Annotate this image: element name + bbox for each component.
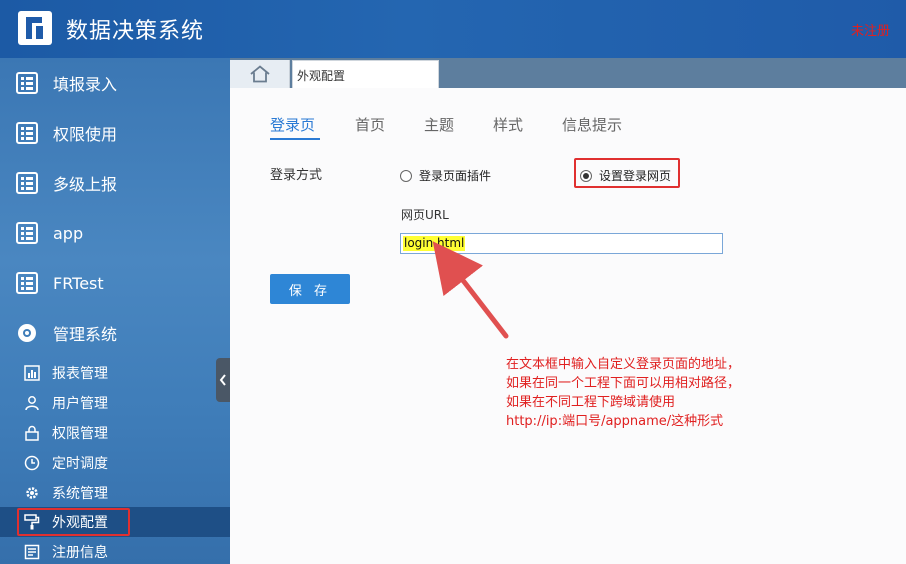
sidebar-subitem-label: 外观配置 — [52, 515, 108, 531]
sidebar-subitem-label: 报表管理 — [52, 366, 108, 382]
home-icon — [249, 65, 270, 83]
sidebar-item-label: app — [53, 223, 84, 243]
grid-icon — [16, 222, 38, 244]
sidebar-subitem-label: 系统管理 — [52, 486, 108, 502]
main-content: 登录页 首页 主题 样式 信息提示 登录方式 登录页面插件 设置登录网页 网页U… — [230, 88, 906, 564]
sidebar-item-multi-report[interactable]: 多级上报 — [0, 158, 230, 208]
grid-icon — [16, 122, 38, 144]
register-icon — [24, 544, 40, 560]
sidebar-subitem-appearance-config[interactable]: 外观配置 — [0, 507, 230, 537]
sidebar-subitem-scheduled-tasks[interactable]: 定时调度 — [0, 448, 230, 478]
sidebar-subitem-label: 定时调度 — [52, 456, 108, 472]
sidebar-subitem-permission-management[interactable]: 权限管理 — [0, 418, 230, 448]
annotation-line: 如果在不同工程下跨域请使用 — [506, 395, 676, 410]
gear-flower-icon — [18, 324, 36, 342]
sidebar-subitem-registration-info[interactable]: 注册信息 — [0, 537, 230, 564]
lock-icon — [25, 425, 39, 441]
annotation-line: 如果在同一个工程下面可以用相对路径， — [506, 376, 741, 391]
chevron-left-icon — [219, 374, 226, 386]
sidebar-subitem-label: 用户管理 — [52, 396, 108, 412]
sidebar: 填报录入 权限使用 多级上报 app FRTest 管理系统 报表管理 用户管理… — [0, 58, 230, 564]
app-header: 数据决策系统 未注册 — [0, 0, 906, 58]
sidebar-item-frtest[interactable]: FRTest — [0, 258, 230, 308]
app-title: 数据决策系统 — [66, 19, 205, 44]
home-tab[interactable] — [230, 60, 290, 88]
paint-roller-icon — [24, 514, 40, 530]
sidebar-item-management-system[interactable]: 管理系统 — [0, 308, 230, 358]
user-icon — [25, 396, 39, 411]
annotation-line: 在文本框中输入自定义登录页面的地址， — [506, 357, 741, 372]
chart-icon — [24, 365, 40, 381]
sidebar-subitem-label: 注册信息 — [52, 545, 108, 561]
sidebar-item-label: FRTest — [53, 273, 104, 293]
annotation-note: 在文本框中输入自定义登录页面的地址， 如果在同一个工程下面可以用相对路径， 如果… — [506, 355, 740, 431]
sidebar-item-label: 多级上报 — [53, 175, 118, 194]
annotation-line: http://ip:端口号/appname/这种形式 — [506, 414, 724, 429]
sidebar-subitem-label: 权限管理 — [52, 426, 108, 442]
tab-appearance-config[interactable]: 外观配置 — [292, 60, 439, 88]
sidebar-subitem-system-management[interactable]: 系统管理 — [0, 478, 230, 508]
app-logo-icon — [18, 11, 52, 45]
annotation-arrow-icon — [432, 241, 509, 339]
tab-bar: 外观配置 — [230, 58, 906, 88]
sidebar-item-fill-entry[interactable]: 填报录入 — [0, 58, 230, 108]
gear-icon — [26, 487, 38, 499]
unregistered-label[interactable]: 未注册 — [851, 20, 890, 39]
sidebar-subitem-report-management[interactable]: 报表管理 — [0, 358, 230, 388]
clock-icon — [24, 455, 40, 471]
sidebar-item-label: 权限使用 — [53, 125, 118, 144]
sidebar-item-label: 管理系统 — [53, 325, 118, 344]
sidebar-item-app[interactable]: app — [0, 208, 230, 258]
grid-icon — [16, 72, 38, 94]
tab-label: 外观配置 — [297, 69, 346, 83]
sidebar-item-permission-use[interactable]: 权限使用 — [0, 108, 230, 158]
grid-icon — [16, 172, 38, 194]
sidebar-subitem-user-management[interactable]: 用户管理 — [0, 388, 230, 418]
grid-icon — [16, 272, 38, 294]
sidebar-item-label: 填报录入 — [53, 75, 118, 94]
sidebar-collapse-button[interactable] — [216, 358, 230, 402]
